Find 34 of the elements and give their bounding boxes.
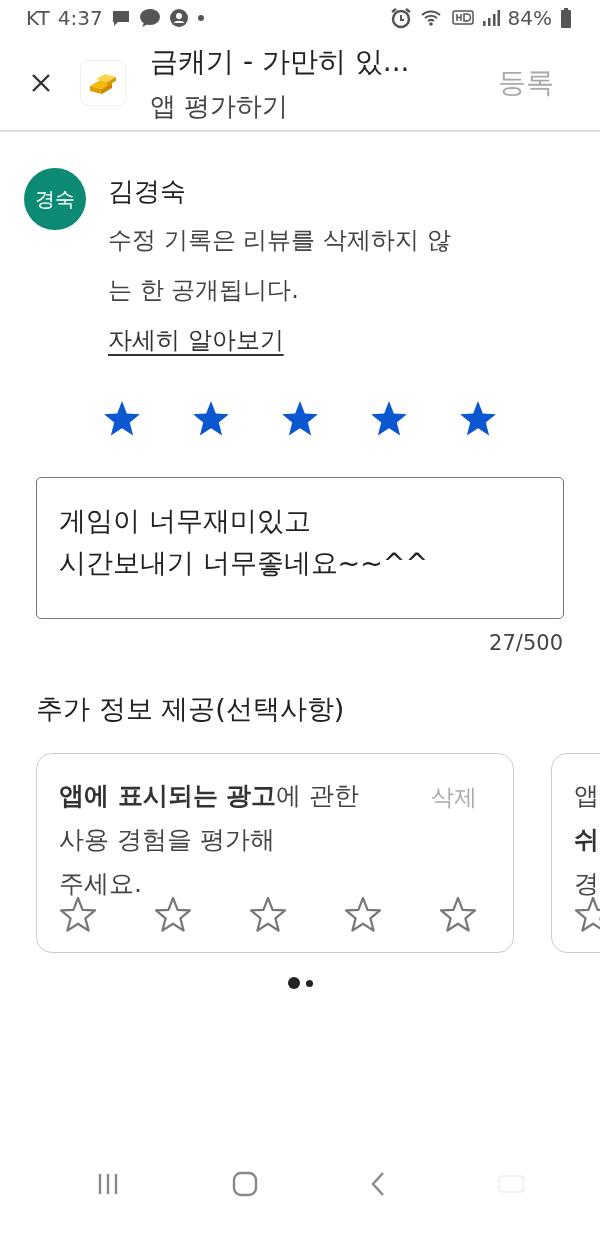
signal-icon	[481, 9, 500, 27]
ingot-stack-icon	[80, 60, 126, 106]
question-text: 앱에 표시되는 광고에 관한 사용 경험을 평가해 주세요.	[59, 780, 360, 900]
home-icon	[232, 1171, 258, 1197]
message-icon	[110, 9, 131, 27]
app-title: 금캐기 - 가만히 있...	[150, 43, 411, 80]
page-dot[interactable]	[287, 977, 300, 989]
reviewer-name: 김경숙	[108, 175, 187, 208]
chat-bubble-icon	[138, 8, 161, 28]
page-dot[interactable]	[305, 979, 313, 987]
recents-icon	[96, 1172, 120, 1196]
hd-icon	[451, 9, 474, 27]
account-icon	[168, 8, 189, 28]
empty-star-icon[interactable]	[59, 896, 97, 934]
carrier-text: KT	[26, 6, 50, 30]
dot-icon	[196, 14, 205, 22]
page-subtitle: 앱 평가하기	[150, 89, 290, 123]
alarm-icon	[389, 7, 412, 29]
empty-star-icon[interactable]	[154, 896, 192, 934]
battery-icon	[560, 8, 572, 28]
empty-star-icon[interactable]	[439, 896, 477, 934]
close-icon	[30, 72, 52, 94]
empty-star-icon[interactable]	[249, 896, 287, 934]
empty-star-icon[interactable]	[344, 896, 382, 934]
review-field[interactable]: 게임이 너무재미있고 시간보내기 너무좋네요~~^^	[36, 477, 564, 619]
battery-text: 84%	[507, 6, 552, 30]
notice-text: 수정 기록은 리뷰를 삭제하지 않는 한 공개됩니다. 자세히 알아보기	[108, 225, 452, 356]
section-title: 추가 정보 제공(선택사항)	[36, 692, 346, 726]
character-counter: 27/500	[489, 631, 563, 655]
question-text: 앱 쉬 경	[574, 780, 599, 900]
clock-text: 4:37	[57, 6, 103, 30]
avatar: 경숙	[24, 168, 86, 230]
learn-more-link[interactable]: 자세히 알아보기	[108, 326, 284, 354]
back-icon	[370, 1171, 386, 1197]
